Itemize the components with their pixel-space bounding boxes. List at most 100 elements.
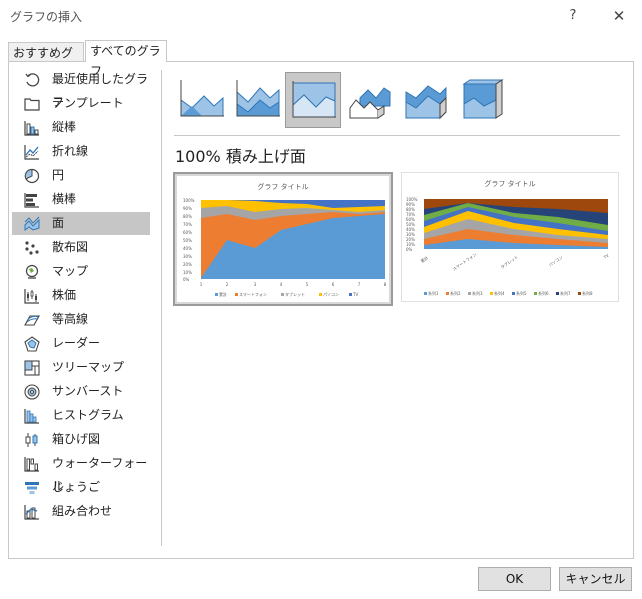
3d-area-subtype-icon — [349, 87, 391, 119]
legend-entry: 累計 — [219, 291, 227, 297]
ytick: 50% — [183, 238, 192, 243]
legend-entry: タブレット — [285, 291, 305, 297]
legend-entry: 系列7 — [560, 290, 571, 296]
subtype-area[interactable] — [174, 72, 230, 128]
sidebar-item-pie[interactable]: 円 — [12, 164, 150, 187]
xtick: 1 — [200, 282, 203, 287]
sidebar-item-label: じょうご — [52, 480, 101, 494]
subtype-3d-stacked-area[interactable] — [398, 72, 454, 128]
cancel-button[interactable]: キャンセル — [559, 567, 632, 591]
legend-entry: TV — [352, 292, 358, 297]
xtick: 6 — [332, 282, 335, 287]
preview-right-title: グラフ タイトル — [484, 179, 535, 188]
sidebar-item-line[interactable]: 折れ線 — [12, 140, 150, 163]
xtick: 4 — [280, 282, 283, 287]
sidebar-item-label: 面 — [52, 216, 65, 230]
ytick: 60% — [183, 230, 192, 235]
ok-button[interactable]: OK — [478, 567, 551, 591]
sidebar-item-stock[interactable]: 株価 — [12, 284, 150, 307]
bar-chart-icon — [24, 193, 39, 208]
stacked-area-subtype-icon — [236, 80, 280, 117]
box-whisker-chart-icon — [25, 433, 38, 447]
stock-chart-icon — [24, 289, 39, 304]
histogram-chart-icon — [24, 409, 39, 424]
sidebar-item-bar[interactable]: 横棒 — [12, 188, 150, 211]
tab-all-charts[interactable]: すべてのグラフ — [85, 40, 167, 78]
tab-recommended[interactable]: おすすめグラフ — [8, 42, 84, 80]
sidebar-item-radar[interactable]: レーダー — [12, 332, 150, 355]
legend-entry: 系列3 — [472, 290, 483, 296]
ytick: 0% — [406, 247, 413, 252]
area-chart-icon — [24, 216, 40, 231]
template-icon — [24, 98, 40, 111]
legend-entry: 系列2 — [450, 290, 461, 296]
scatter-chart-icon — [25, 241, 39, 255]
100-stacked-area-subtype-icon — [292, 81, 336, 118]
subtype-3d-100-stacked-area[interactable] — [454, 72, 510, 128]
sidebar-item-label: 組み合わせ — [52, 504, 113, 518]
preview-right-svg: グラフ タイトル 100% 90% 80% 70% 60% 50% 40% 30… — [402, 173, 618, 301]
sidebar-item-box-whisker[interactable]: 箱ひげ図 — [12, 428, 150, 451]
sidebar-item-label: ヒストグラム — [52, 408, 124, 422]
preview-left-areas — [201, 200, 385, 279]
xtick: 2 — [226, 282, 229, 287]
treemap-chart-icon — [24, 360, 40, 376]
sidebar-item-label: テンプレート — [52, 96, 124, 110]
sidebar-item-label: 折れ線 — [52, 144, 89, 158]
ytick: 10% — [183, 270, 192, 275]
ytick: 30% — [183, 254, 192, 259]
waterfall-chart-icon — [24, 457, 39, 472]
xtick: 5 — [306, 282, 309, 287]
title-bar: グラフの挿入 ? ✕ — [0, 0, 642, 32]
sidebar-item-label: 株価 — [52, 288, 77, 302]
subtype-100-stacked-area[interactable] — [285, 72, 341, 128]
sidebar-item-recent[interactable]: 最近使用したグラフ — [12, 68, 150, 109]
sunburst-chart-icon — [24, 384, 40, 400]
map-chart-icon — [25, 264, 39, 279]
sidebar-item-label: 等高線 — [52, 312, 89, 326]
preview-left-title: グラフ タイトル — [257, 182, 308, 191]
surface-chart-icon — [24, 315, 40, 326]
gallery-divider — [174, 135, 620, 136]
preview-chart-right[interactable]: グラフ タイトル 100% 90% 80% 70% 60% 50% 40% 30… — [401, 172, 619, 302]
combo-chart-icon — [24, 505, 39, 520]
legend-entry: 系列1 — [428, 290, 439, 296]
sidebar-item-label: 円 — [52, 168, 65, 182]
sidebar-item-label: ツリーマップ — [52, 360, 125, 374]
sidebar-item-surface[interactable]: 等高線 — [12, 308, 150, 331]
sidebar-item-funnel[interactable]: じょうご — [12, 476, 150, 499]
subtype-stacked-area[interactable] — [230, 72, 286, 128]
sidebar-item-map[interactable]: マップ — [12, 260, 150, 283]
sidebar-item-area[interactable]: 面 — [12, 212, 150, 235]
column-chart-icon — [24, 121, 39, 136]
legend-entry: パソコン — [323, 292, 339, 297]
sidebar-item-label: レーダー — [52, 336, 101, 350]
legend-entry: スマートフォン — [239, 292, 267, 297]
sidebar-item-scatter[interactable]: 散布図 — [12, 236, 150, 259]
preview-right-areas — [424, 199, 608, 249]
help-button[interactable]: ? — [560, 4, 586, 28]
sidebar-item-waterfall[interactable]: ウォーターフォール — [12, 452, 150, 493]
sidebar-item-histogram[interactable]: ヒストグラム — [12, 404, 150, 427]
ytick: 100% — [183, 198, 195, 203]
sidebar-item-label: 散布図 — [52, 240, 89, 254]
ytick: 40% — [183, 246, 192, 251]
preview-chart-left[interactable]: グラフ タイトル 100% 90% 80% 70% 60% 50% 40% 30… — [173, 172, 393, 306]
sidebar-item-column[interactable]: 縦棒 — [12, 116, 150, 139]
xtick: 3 — [254, 282, 257, 287]
sidebar-item-template[interactable]: テンプレート — [12, 92, 150, 115]
xtick: 8 — [384, 282, 387, 287]
sidebar-item-sunburst[interactable]: サンバースト — [12, 380, 150, 403]
line-chart-icon — [24, 145, 39, 160]
recent-icon — [25, 73, 40, 87]
sidebar-item-treemap[interactable]: ツリーマップ — [12, 356, 150, 379]
ytick: 70% — [183, 222, 192, 227]
sidebar-item-combo[interactable]: 組み合わせ — [12, 500, 150, 523]
radar-chart-icon — [24, 336, 40, 352]
xtick: 7 — [358, 282, 361, 287]
close-button[interactable]: ✕ — [606, 4, 632, 28]
3d-stacked-area-subtype-icon — [405, 85, 447, 120]
legend-entry: 系列8 — [582, 290, 593, 296]
sidebar-item-label: 横棒 — [52, 192, 77, 206]
subtype-3d-area[interactable] — [342, 72, 398, 128]
